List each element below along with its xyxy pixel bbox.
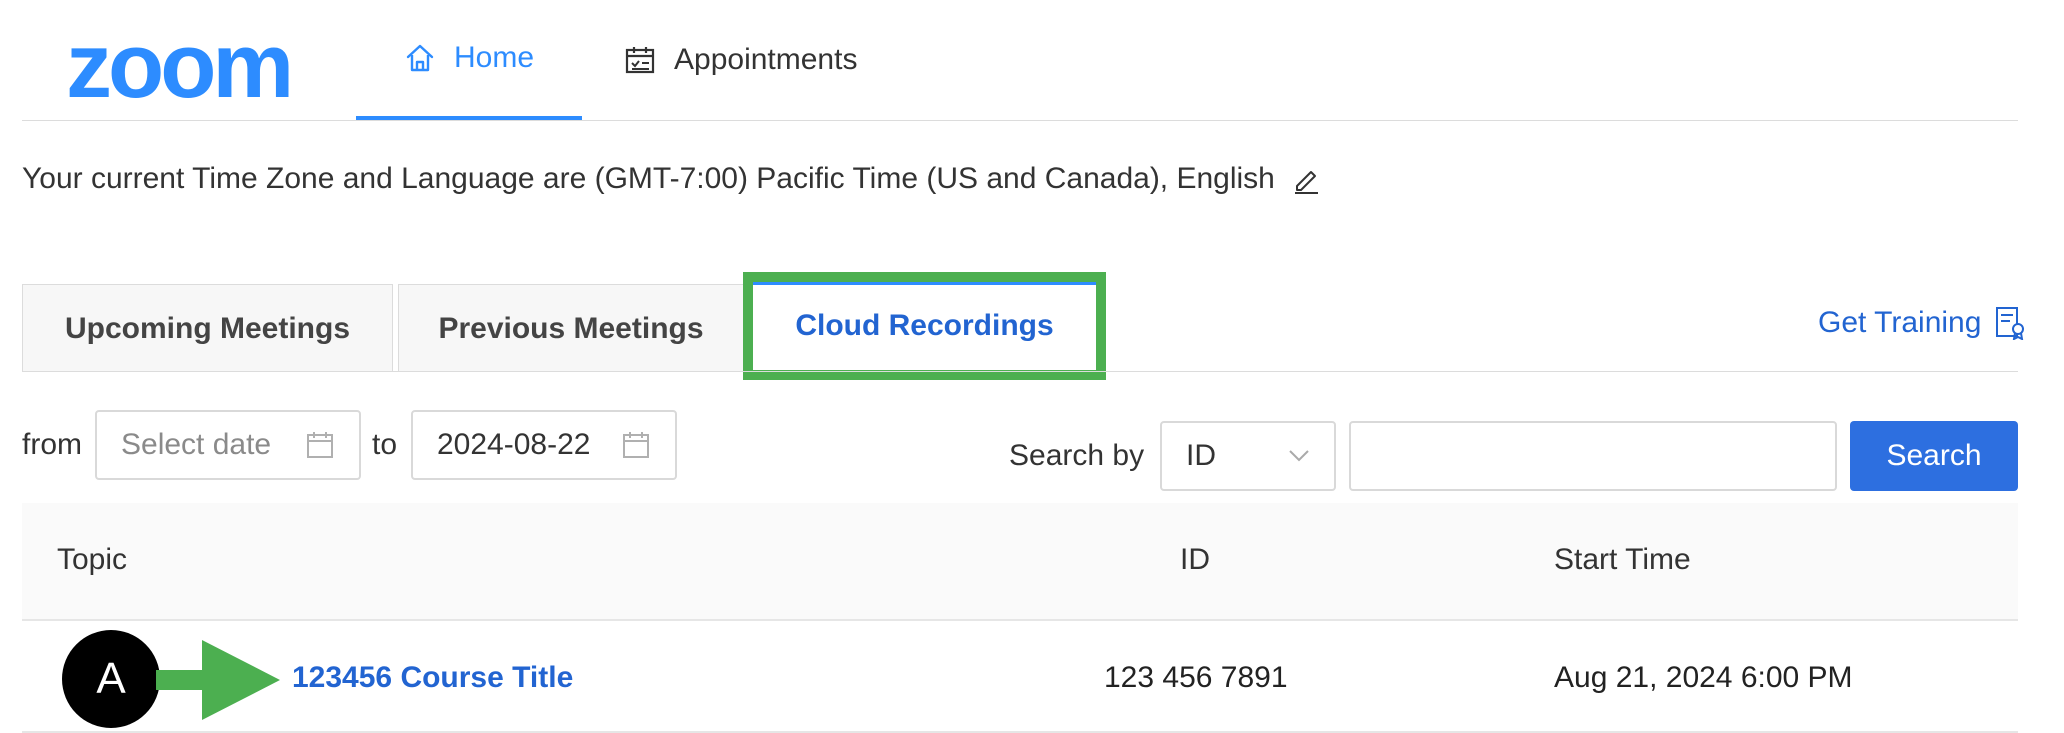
tab-cloud-recordings[interactable]: Cloud Recordings — [743, 272, 1106, 380]
recording-meeting-id: 123 456 7891 — [1104, 661, 1288, 694]
to-date-picker[interactable]: 2024-08-22 — [411, 410, 677, 480]
recording-start-time: Aug 21, 2024 6:00 PM — [1554, 661, 1853, 694]
search-by-value: ID — [1186, 439, 1216, 472]
nav-item-appointments-label: Appointments — [674, 43, 858, 76]
timezone-text: Your current Time Zone and Language are … — [22, 162, 1275, 195]
from-date-picker[interactable]: Select date — [95, 410, 361, 480]
nav-item-home-label: Home — [453, 41, 535, 74]
column-header-id: ID — [1180, 543, 1210, 576]
timezone-language-info: Your current Time Zone and Language are … — [22, 162, 1321, 196]
nav-item-home[interactable]: Home — [356, 0, 582, 120]
calendar-icon — [307, 432, 333, 458]
tab-previous-meetings[interactable]: Previous Meetings — [398, 284, 744, 372]
get-training-label: Get Training — [1818, 306, 1982, 339]
chevron-down-icon — [1289, 450, 1309, 462]
annotation-arrow-icon — [156, 640, 280, 720]
table-row: 123456 Course Title 123 456 7891 Aug 21,… — [22, 621, 2018, 733]
calendar-check-icon — [625, 47, 655, 74]
tab-cloud-recordings-label: Cloud Recordings — [795, 309, 1054, 342]
annotation-marker: A — [62, 630, 160, 728]
search-button[interactable]: Search — [1850, 421, 2018, 491]
column-header-start-time: Start Time — [1554, 543, 1691, 576]
recording-topic-link[interactable]: 123456 Course Title — [292, 661, 573, 695]
search-by-label: Search by — [1009, 439, 1145, 472]
search-by-select[interactable]: ID — [1160, 421, 1336, 491]
active-tab-indicator — [753, 282, 1096, 285]
header-divider — [22, 120, 2018, 121]
recordings-table-header: Topic ID Start Time — [22, 503, 2018, 621]
column-header-topic: Topic — [57, 543, 128, 576]
zoom-logo[interactable]: zoom — [66, 20, 294, 112]
home-icon — [406, 44, 434, 72]
tabs-divider — [22, 371, 2018, 372]
get-training-link[interactable]: Get Training — [1818, 306, 2025, 340]
nav-item-appointments[interactable]: Appointments — [624, 0, 857, 120]
to-date-value: 2024-08-22 — [437, 428, 591, 461]
zoom-web-portal: zoom Home Appointments Your current Time… — [0, 0, 2064, 733]
to-label: to — [372, 428, 398, 461]
from-label: from — [22, 428, 82, 461]
training-certificate-icon — [1996, 307, 2025, 340]
tab-upcoming-meetings[interactable]: Upcoming Meetings — [22, 284, 393, 372]
from-date-placeholder: Select date — [121, 428, 272, 461]
pencil-edit-icon[interactable] — [1291, 164, 1321, 194]
calendar-icon — [623, 432, 649, 458]
search-input[interactable] — [1349, 421, 1837, 491]
